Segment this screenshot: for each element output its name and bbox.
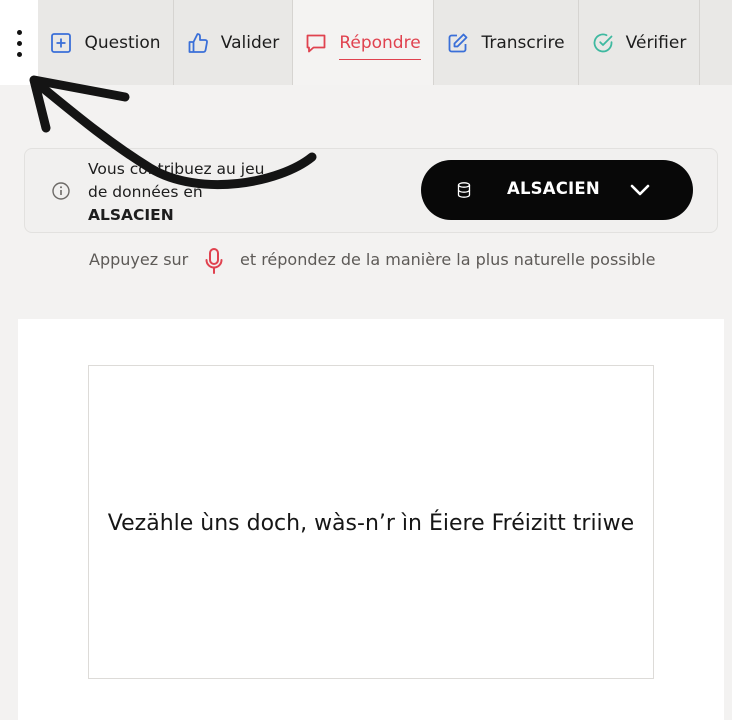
contribution-line1: Vous contribuez au jeu [88,160,265,178]
chat-bubble-icon [306,34,326,52]
contribution-card: Vous contribuez au jeu de données en ALS… [24,148,718,233]
tab-verifier[interactable]: Vérifier [579,0,700,85]
chevron-down-icon [630,184,650,196]
tab-repondre[interactable]: Répondre [293,0,434,85]
tab-verifier-label: Vérifier [625,32,687,53]
more-menu-icon[interactable] [0,0,38,85]
info-icon [52,182,70,200]
tab-valider-label: Valider [220,32,280,53]
instruction-hint: Appuyez sur et répondez de la manière la… [0,245,732,275]
tab-valider[interactable]: Valider [174,0,293,85]
hint-before: Appuyez sur [89,250,189,269]
nav-filler [700,0,732,85]
contribution-language: ALSACIEN [88,206,174,224]
prompt-sentence: Vezähle ùns doch, wàs-n’r ìn Éiere Fréiz… [107,510,635,536]
check-circle-icon [593,33,613,52]
plus-square-icon [51,32,72,53]
tab-question-label: Question [84,32,161,53]
tab-transcrire[interactable]: Transcrire [434,0,579,85]
sentence-card: Vezähle ùns doch, wàs-n’r ìn Éiere Fréiz… [88,365,654,679]
top-nav: Question Valider Répondre Transcrire Vér… [0,0,732,85]
edit-icon [449,33,468,52]
language-selector-label: ALSACIEN [507,179,600,198]
contribution-line2: de données en [88,183,203,201]
language-selector-button[interactable]: ALSACIEN [421,160,693,220]
contribution-text: Vous contribuez au jeu de données en ALS… [88,158,288,227]
sentence-panel: Vezähle ùns doch, wàs-n’r ìn Éiere Fréiz… [18,319,724,720]
thumbs-up-icon [188,32,208,53]
hint-after: et répondez de la manière la plus nature… [240,250,656,269]
tab-transcrire-label: Transcrire [481,32,565,53]
tab-repondre-label: Répondre [339,33,421,60]
microphone-icon [205,248,223,274]
tab-question[interactable]: Question [38,0,174,85]
database-icon [457,182,471,198]
